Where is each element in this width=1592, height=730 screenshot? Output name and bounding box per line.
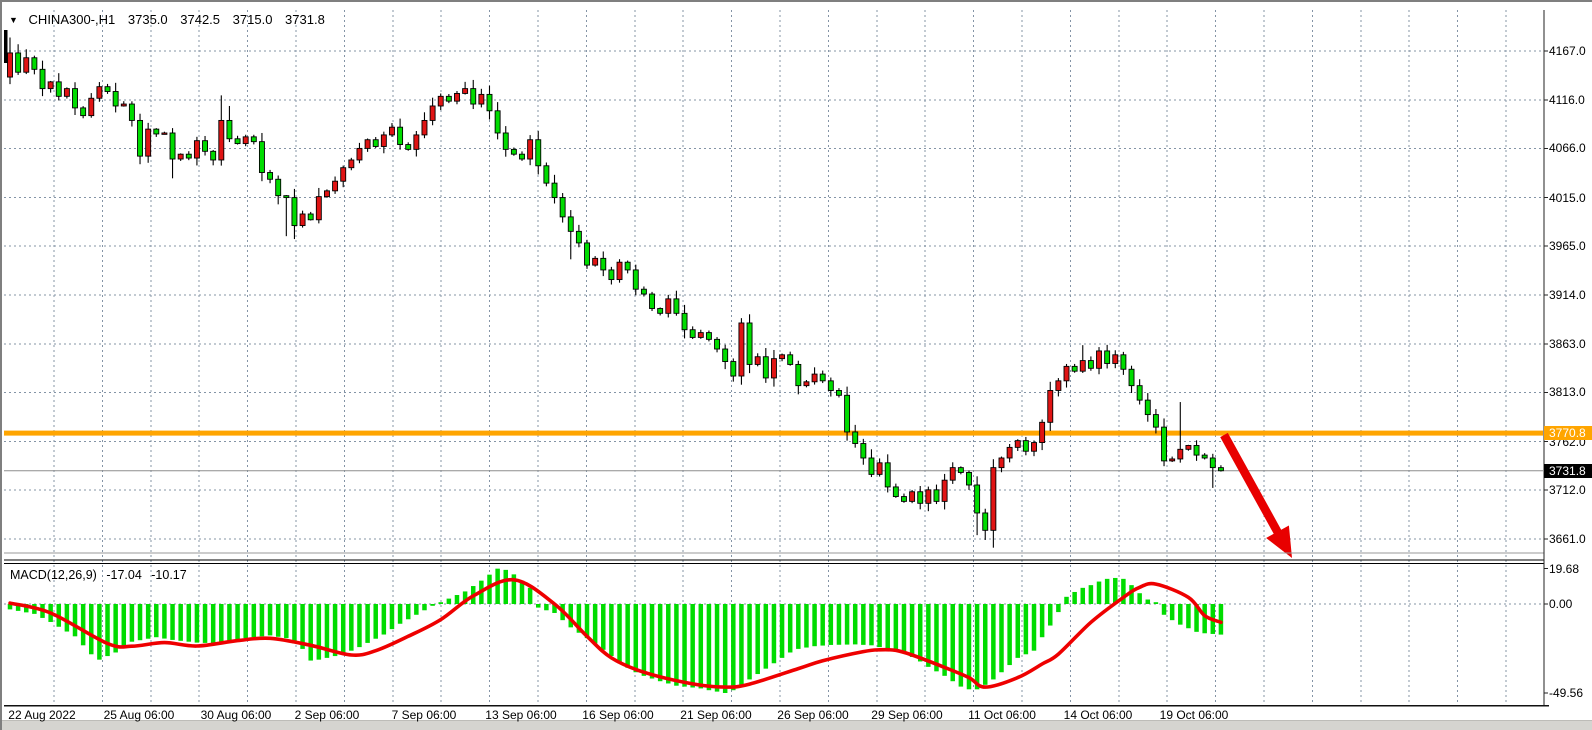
macd-signal-line <box>10 580 1221 687</box>
macd-axis-label: 19.68 <box>1549 562 1579 576</box>
panel-splitter[interactable] <box>2 557 1543 566</box>
time-axis-label: 13 Sep 06:00 <box>473 708 569 722</box>
macd-name: MACD(12,26,9) <box>10 568 97 582</box>
macd-indicator-label: MACD(12,26,9) -17.04 -10.17 <box>10 568 187 582</box>
price-axis-label: 4066.0 <box>1549 141 1586 155</box>
price-axis-label: 4015.0 <box>1549 191 1586 205</box>
chart-title: ▼ CHINA300-,H1 3735.0 3742.5 3715.0 3731… <box>9 12 325 27</box>
time-axis-label: 26 Sep 06:00 <box>765 708 861 722</box>
symbol-dropdown-icon[interactable]: ▼ <box>9 15 18 25</box>
price-axis-label: 3661.0 <box>1549 532 1586 546</box>
macd-main-value: -17.04 <box>106 568 141 582</box>
ohlc-open-value: 3735.0 <box>128 12 168 27</box>
time-axis-label: 14 Oct 06:00 <box>1050 708 1146 722</box>
symbol-period-label: CHINA300-,H1 <box>29 12 116 27</box>
time-axis-label: 30 Aug 06:00 <box>188 708 284 722</box>
price-axis-label: 4116.0 <box>1549 93 1585 107</box>
price-axis-label: 3863.0 <box>1549 337 1586 351</box>
ohlc-close-value: 3731.8 <box>285 12 325 27</box>
horizontal-price-line[interactable] <box>4 431 1543 436</box>
time-axis-label: 21 Sep 06:00 <box>668 708 764 722</box>
hline-price-badge: 3770.8 <box>1544 426 1592 440</box>
clipped-candle <box>4 30 8 63</box>
price-axis-label: 3914.0 <box>1549 288 1586 302</box>
macd-histogram <box>8 569 1223 693</box>
macd-axis-label: 0.00 <box>1549 597 1572 611</box>
time-axis-label: 16 Sep 06:00 <box>570 708 666 722</box>
price-axis-label: 3813.0 <box>1549 385 1586 399</box>
time-axis-label: 25 Aug 06:00 <box>91 708 187 722</box>
macd-signal-value: -10.17 <box>151 568 186 582</box>
ohlc-high-value: 3742.5 <box>180 12 220 27</box>
time-axis-label: 11 Oct 06:00 <box>954 708 1050 722</box>
last-price-badge: 3731.8 <box>1544 464 1592 478</box>
price-axis-label: 4167.0 <box>1549 44 1586 58</box>
ohlc-low-value: 3715.0 <box>233 12 273 27</box>
macd-axis-label: -49.56 <box>1549 686 1583 700</box>
panel-borders <box>4 10 1549 706</box>
time-axis-label: 29 Sep 06:00 <box>859 708 955 722</box>
chart-window: ▼ CHINA300-,H1 3735.0 3742.5 3715.0 3731… <box>0 0 1592 730</box>
time-axis-label: 7 Sep 06:00 <box>376 708 472 722</box>
price-axis-label: 3965.0 <box>1549 239 1586 253</box>
time-axis-label: 2 Sep 06:00 <box>279 708 375 722</box>
time-axis-label: 22 Aug 2022 <box>0 708 90 722</box>
chart-canvas[interactable] <box>2 2 1592 730</box>
price-axis-label: 3712.0 <box>1549 483 1586 497</box>
time-axis-label: 19 Oct 06:00 <box>1146 708 1242 722</box>
